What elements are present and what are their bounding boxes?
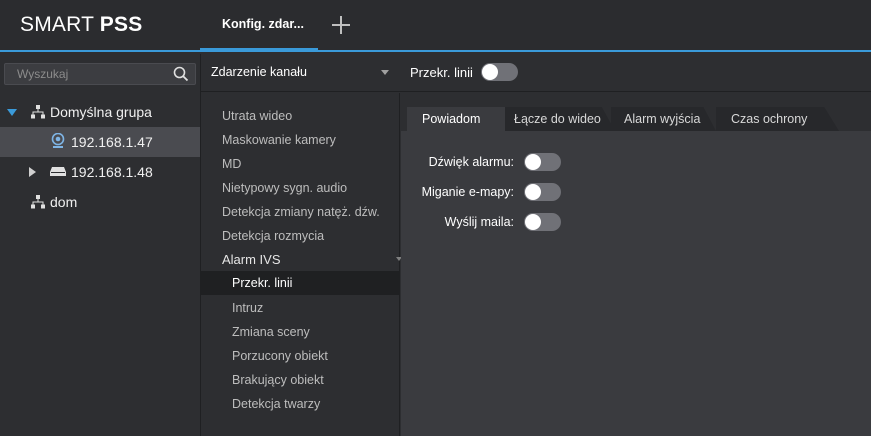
toggle-knob xyxy=(525,154,541,170)
event-sub-item-label: Przekr. linii xyxy=(232,276,293,290)
device-tree-panel: Wyszukaj Domyślna grupa 192.168.1.47 192… xyxy=(0,54,201,436)
send-email-label: Wyślij maila: xyxy=(444,215,514,229)
tree-item-camera-47[interactable]: 192.168.1.47 xyxy=(0,127,200,157)
toggle-knob xyxy=(482,64,498,80)
nvr-device-icon xyxy=(50,167,66,176)
send-email-toggle[interactable] xyxy=(524,213,561,231)
tab-label: Powiadom xyxy=(422,112,481,126)
tree-item-dom[interactable]: dom xyxy=(0,187,200,217)
tab-label: Alarm wyjścia xyxy=(624,112,701,126)
camera-icon xyxy=(51,133,65,148)
tree-item-label: Domyślna grupa xyxy=(50,104,152,120)
config-tabs: Powiadom Łącze do wideo Alarm wyjścia Cz… xyxy=(401,93,871,131)
alarm-sound-toggle[interactable] xyxy=(524,153,561,171)
tab-label: Łącze do wideo xyxy=(514,112,601,126)
tab-event-config[interactable]: Konfig. zdar... xyxy=(200,0,318,50)
app-logo: SMART PSS xyxy=(20,13,143,36)
search-input[interactable]: Wyszukaj xyxy=(4,63,196,85)
search-icon[interactable] xyxy=(173,66,189,82)
collapse-caret-icon[interactable] xyxy=(29,167,36,177)
event-item[interactable]: MD xyxy=(222,157,241,171)
search-placeholder: Wyszukaj xyxy=(17,67,69,81)
active-tab-indicator xyxy=(200,48,318,51)
expand-caret-icon[interactable] xyxy=(7,109,17,116)
tree-item-label: 192.168.1.48 xyxy=(71,164,153,180)
network-group-icon xyxy=(31,195,45,209)
add-tab-icon[interactable] xyxy=(330,14,352,36)
emap-flash-toggle[interactable] xyxy=(524,183,561,201)
chevron-down-icon[interactable] xyxy=(381,70,389,75)
event-sub-item[interactable]: Intruz xyxy=(232,301,263,315)
event-sub-item[interactable]: Porzucony obiekt xyxy=(232,349,328,363)
smart-pss-window: SMART PSS Konfig. zdar... Wyszukaj Domyś… xyxy=(0,0,871,436)
event-list-panel: Utrata wideo Maskowanie kamery MD Nietyp… xyxy=(201,93,402,436)
event-item[interactable]: Utrata wideo xyxy=(222,109,292,123)
event-group-ivs[interactable]: Alarm IVS xyxy=(222,252,281,267)
toggle-knob xyxy=(525,184,541,200)
rule-enable-toggle[interactable] xyxy=(481,63,518,81)
tree-item-default-group[interactable]: Domyślna grupa xyxy=(0,97,200,127)
event-sub-item[interactable]: Brakujący obiekt xyxy=(232,373,324,387)
network-group-icon xyxy=(31,105,45,119)
event-item[interactable]: Maskowanie kamery xyxy=(222,133,336,147)
emap-flash-label: Miganie e-mapy: xyxy=(421,185,514,199)
event-type-select[interactable]: Zdarzenie kanału xyxy=(211,65,307,79)
event-item[interactable]: Detekcja zmiany natęż. dźw. xyxy=(222,205,380,219)
event-item[interactable]: Nietypowy sygn. audio xyxy=(222,181,347,195)
event-sub-item-selected[interactable]: Przekr. linii xyxy=(201,271,400,295)
title-bar: SMART PSS Konfig. zdar... xyxy=(0,0,871,52)
toggle-knob xyxy=(525,214,541,230)
event-item[interactable]: Detekcja rozmycia xyxy=(222,229,324,243)
tab-notify[interactable]: Powiadom xyxy=(407,107,507,131)
tab-event-config-label: Konfig. zdar... xyxy=(222,17,304,31)
tab-video-link[interactable]: Łącze do wideo xyxy=(505,107,615,131)
event-sub-item[interactable]: Zmiana sceny xyxy=(232,325,310,339)
tree-item-nvr-48[interactable]: 192.168.1.48 xyxy=(0,157,200,187)
alarm-sound-label: Dźwięk alarmu: xyxy=(428,155,514,169)
tree-item-label: dom xyxy=(50,194,78,210)
rule-name-label: Przekr. linii xyxy=(410,65,473,80)
tab-protection-time[interactable]: Czas ochrony xyxy=(716,107,839,131)
event-toolbar: Zdarzenie kanału Przekr. linii xyxy=(201,54,871,92)
config-panel: Powiadom Łącze do wideo Alarm wyjścia Cz… xyxy=(401,93,871,436)
tab-alarm-output[interactable]: Alarm wyjścia xyxy=(611,107,716,131)
event-sub-item[interactable]: Detekcja twarzy xyxy=(232,397,320,411)
tree-item-label: 192.168.1.47 xyxy=(71,134,153,150)
tab-label: Czas ochrony xyxy=(731,112,808,126)
